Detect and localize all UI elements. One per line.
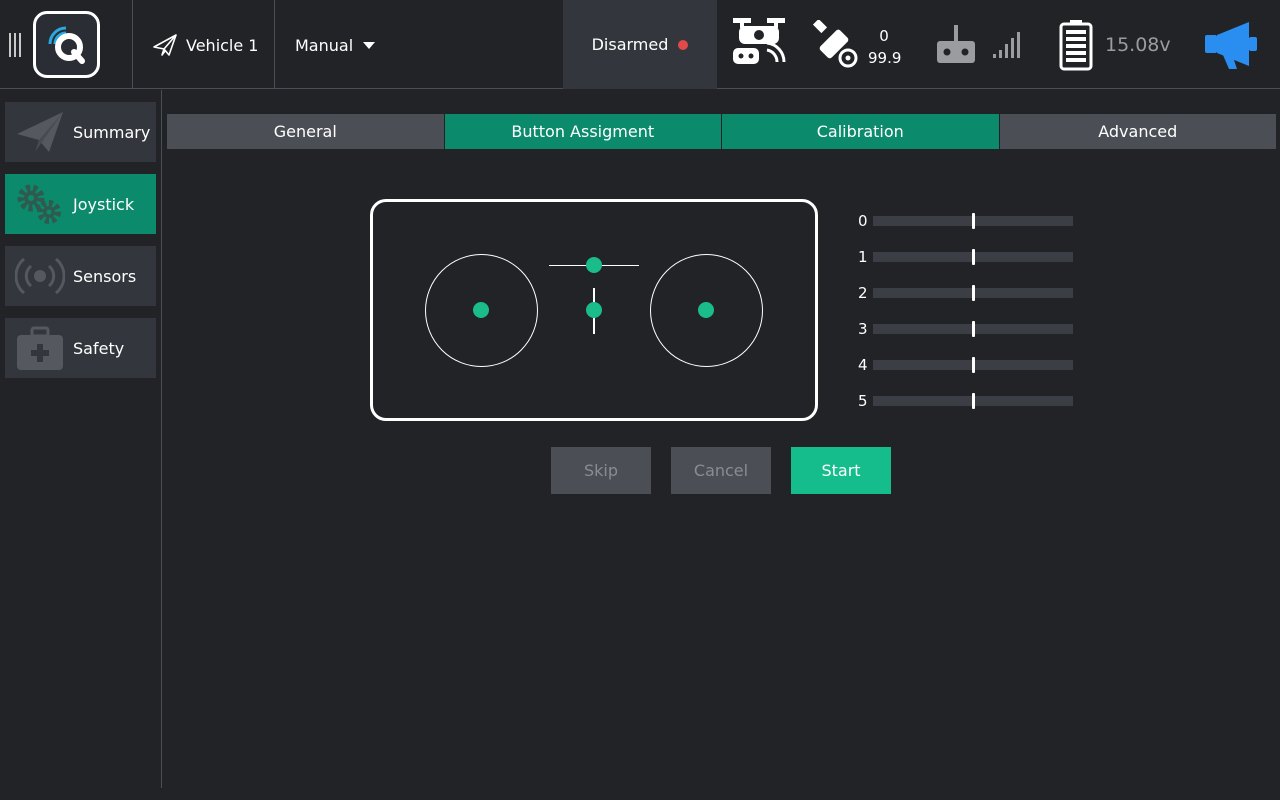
axis-value-marker xyxy=(972,285,975,301)
axis-track xyxy=(873,249,1073,265)
top-toolbar: Vehicle 1 Manual Disarmed 0 99.9 15.08v xyxy=(0,0,1280,89)
axis-row: 5 xyxy=(858,391,1078,411)
vehicle-label: Vehicle 1 xyxy=(186,35,259,55)
battery-voltage: 15.08v xyxy=(1105,33,1171,56)
center-horizontal-dot xyxy=(586,257,602,273)
axis-track xyxy=(873,285,1073,301)
axis-value-marker xyxy=(972,213,975,229)
axis-row: 2 xyxy=(858,283,1078,303)
tab-general[interactable]: General xyxy=(167,114,444,149)
axis-row: 4 xyxy=(858,355,1078,375)
axis-value-marker xyxy=(972,357,975,373)
axis-row: 1 xyxy=(858,247,1078,267)
medkit-icon xyxy=(17,326,63,370)
gears-icon xyxy=(17,184,61,224)
axis-label: 3 xyxy=(858,320,868,338)
start-button[interactable]: Start xyxy=(791,447,891,494)
flight-mode-label: Manual xyxy=(295,35,354,55)
axis-row: 3 xyxy=(858,319,1078,339)
sidebar-item-label: Sensors xyxy=(73,266,137,286)
paper-plane-icon xyxy=(153,34,177,56)
gps-hdop: 99.9 xyxy=(868,49,902,67)
status-dot-icon xyxy=(678,39,689,50)
battery-indicator[interactable]: 15.08v xyxy=(1059,0,1171,89)
vehicle-selector[interactable]: Vehicle 1 xyxy=(152,30,258,60)
left-stick-dot xyxy=(473,302,489,318)
gps-readout: 0 99.9 xyxy=(868,25,902,69)
skip-button[interactable]: Skip xyxy=(551,447,651,494)
axis-label: 0 xyxy=(858,212,868,230)
sidebar-item-label: Safety xyxy=(73,338,125,358)
megaphone-icon[interactable] xyxy=(1203,0,1263,89)
right-stick-dot xyxy=(698,302,714,318)
axis-value-marker xyxy=(972,393,975,409)
joystick-tab-bar: General Button Assigment Calibration Adv… xyxy=(167,114,1276,149)
toolbar-divider xyxy=(132,0,133,89)
axis-label: 5 xyxy=(858,392,868,410)
axis-track xyxy=(873,357,1073,373)
tab-button-assignment[interactable]: Button Assigment xyxy=(444,114,721,149)
axis-label: 4 xyxy=(858,356,868,374)
sidebar-divider xyxy=(161,90,162,788)
cancel-button[interactable]: Cancel xyxy=(671,447,771,494)
sidebar-item-label: Summary xyxy=(73,122,151,142)
joystick-diagram xyxy=(370,199,818,421)
axis-label: 1 xyxy=(858,248,868,266)
qgc-logo-icon[interactable] xyxy=(33,11,100,78)
sidebar-item-summary[interactable]: Summary xyxy=(5,102,156,162)
tab-advanced[interactable]: Advanced xyxy=(999,114,1276,149)
sidebar-item-joystick[interactable]: Joystick xyxy=(5,174,156,234)
paper-plane-icon xyxy=(17,112,63,152)
axis-track xyxy=(873,321,1073,337)
axis-value-marker xyxy=(972,249,975,265)
sidebar-item-safety[interactable]: Safety xyxy=(5,318,156,378)
flight-mode-dropdown[interactable]: Manual xyxy=(295,30,376,60)
axis-row: 0 xyxy=(858,211,1078,231)
arm-status-indicator[interactable]: Disarmed xyxy=(563,0,717,89)
dropdown-arrow-icon xyxy=(363,41,376,49)
tab-calibration[interactable]: Calibration xyxy=(722,114,999,149)
arm-status-label: Disarmed xyxy=(591,35,669,54)
sensor-waves-icon xyxy=(15,257,65,295)
battery-icon xyxy=(1059,19,1093,70)
rc-transmitter-icon[interactable] xyxy=(935,0,977,89)
center-vertical-dot xyxy=(586,302,602,318)
setup-sidebar: Summary Joystick Sensors Safety xyxy=(0,90,162,800)
axis-value-marker xyxy=(972,321,975,337)
axis-track xyxy=(873,393,1073,409)
gps-satellite-count: 0 xyxy=(879,27,889,45)
axis-label: 2 xyxy=(858,284,868,302)
sidebar-item-sensors[interactable]: Sensors xyxy=(5,246,156,306)
gps-satellite-icon[interactable] xyxy=(810,0,860,89)
axis-track xyxy=(873,213,1073,229)
toolbar-divider xyxy=(274,0,275,89)
signal-bars-icon xyxy=(991,0,1023,89)
menu-icon[interactable] xyxy=(9,33,23,57)
sidebar-item-label: Joystick xyxy=(73,194,135,214)
drone-controller-icon[interactable] xyxy=(731,0,789,89)
